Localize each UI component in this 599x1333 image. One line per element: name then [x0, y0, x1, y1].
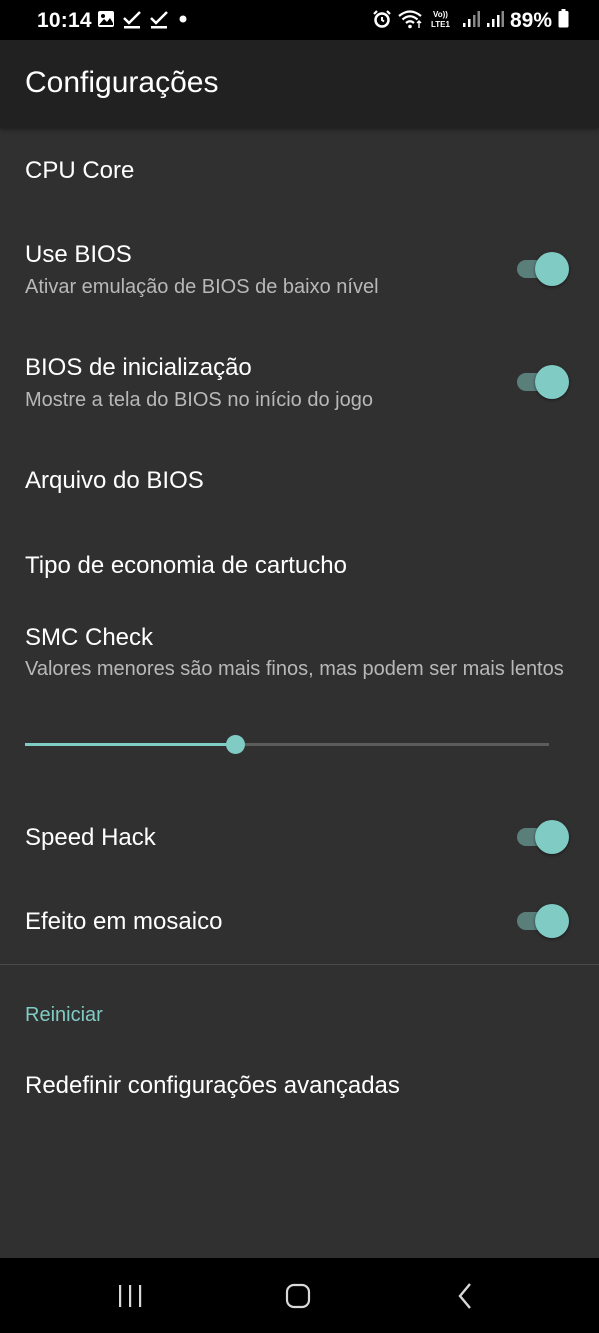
- pref-bios-file-title: Arquivo do BIOS: [25, 467, 204, 494]
- pref-boot-bios-summary: Mostre a tela do BIOS no início do jogo: [25, 389, 373, 411]
- pref-boot-bios-title: BIOS de inicialização: [25, 354, 252, 381]
- pref-reset-advanced-title: Redefinir configurações avançadas: [25, 1072, 400, 1099]
- pref-boot-bios[interactable]: BIOS de inicialização Mostre a tela do B…: [0, 326, 599, 438]
- check-icon: [149, 9, 169, 34]
- wifi-icon: [398, 9, 424, 34]
- svg-text:LTE1: LTE1: [431, 20, 451, 29]
- pref-cpu-core-title: CPU Core: [25, 157, 135, 184]
- pref-use-bios-summary: Ativar emulação de BIOS de baixo nível: [25, 276, 379, 298]
- battery-icon: [558, 9, 569, 33]
- pref-speed-hack-title: Speed Hack: [25, 824, 156, 851]
- switch-thumb: [535, 904, 569, 938]
- settings-screen: 10:14 Vo)) LTE1 89% Configurações CPU Co…: [0, 0, 599, 1333]
- home-button[interactable]: [268, 1276, 328, 1316]
- alarm-icon: [372, 9, 392, 34]
- system-icons: Vo)) LTE1 89%: [372, 9, 569, 34]
- category-divider: [0, 964, 599, 965]
- status-time: 10:14: [37, 9, 92, 32]
- navigation-bar: [0, 1258, 599, 1333]
- battery-percent: 89%: [509, 9, 552, 32]
- pref-use-bios[interactable]: Use BIOS Ativar emulação de BIOS de baix…: [0, 212, 599, 326]
- category-reset-title: Reiniciar: [25, 1004, 103, 1026]
- svg-text:Vo)): Vo)): [433, 10, 448, 19]
- check-icon: [122, 9, 142, 34]
- switch-thumb: [535, 820, 569, 854]
- pref-bios-file[interactable]: Arquivo do BIOS: [0, 438, 599, 524]
- back-icon: [436, 1283, 496, 1320]
- dot-icon: [176, 12, 190, 31]
- slider-fill: [25, 743, 235, 746]
- pref-mosaic[interactable]: Efeito em mosaico: [0, 880, 599, 964]
- boot-bios-toggle[interactable]: [517, 365, 569, 399]
- pref-reset-advanced[interactable]: Redefinir configurações avançadas: [0, 1044, 599, 1128]
- recents-button[interactable]: [100, 1276, 160, 1316]
- home-icon: [268, 1283, 328, 1320]
- pref-mosaic-title: Efeito em mosaico: [25, 908, 223, 935]
- speed-hack-toggle[interactable]: [517, 820, 569, 854]
- use-bios-toggle[interactable]: [517, 252, 569, 286]
- pref-speed-hack[interactable]: Speed Hack: [0, 796, 599, 880]
- page-title: Configurações: [25, 66, 219, 99]
- status-bar: 10:14 Vo)) LTE1 89%: [0, 0, 599, 40]
- slider-thumb[interactable]: [225, 735, 245, 754]
- pref-save-type[interactable]: Tipo de economia de cartucho: [0, 524, 599, 608]
- pref-smc-check: SMC Check Valores menores são mais finos…: [0, 608, 599, 788]
- app-bar: Configurações: [0, 40, 599, 128]
- image-icon: [97, 10, 115, 33]
- pref-cpu-core[interactable]: CPU Core: [0, 128, 599, 212]
- signal-icon: [486, 10, 504, 33]
- pref-save-type-title: Tipo de economia de cartucho: [25, 552, 347, 579]
- pref-use-bios-title: Use BIOS: [25, 241, 132, 268]
- pref-smc-check-summary: Valores menores são mais finos, mas pode…: [25, 658, 564, 680]
- mosaic-toggle[interactable]: [517, 904, 569, 938]
- switch-thumb: [535, 365, 569, 399]
- signal-icon: [462, 10, 480, 33]
- switch-thumb: [535, 252, 569, 286]
- notification-icons: [97, 10, 190, 32]
- pref-smc-check-title: SMC Check: [25, 624, 154, 651]
- back-button[interactable]: [436, 1276, 496, 1316]
- volte-lte-icon: Vo)) LTE1: [430, 9, 456, 34]
- smc-check-slider[interactable]: [25, 734, 549, 756]
- recents-icon: [100, 1285, 160, 1320]
